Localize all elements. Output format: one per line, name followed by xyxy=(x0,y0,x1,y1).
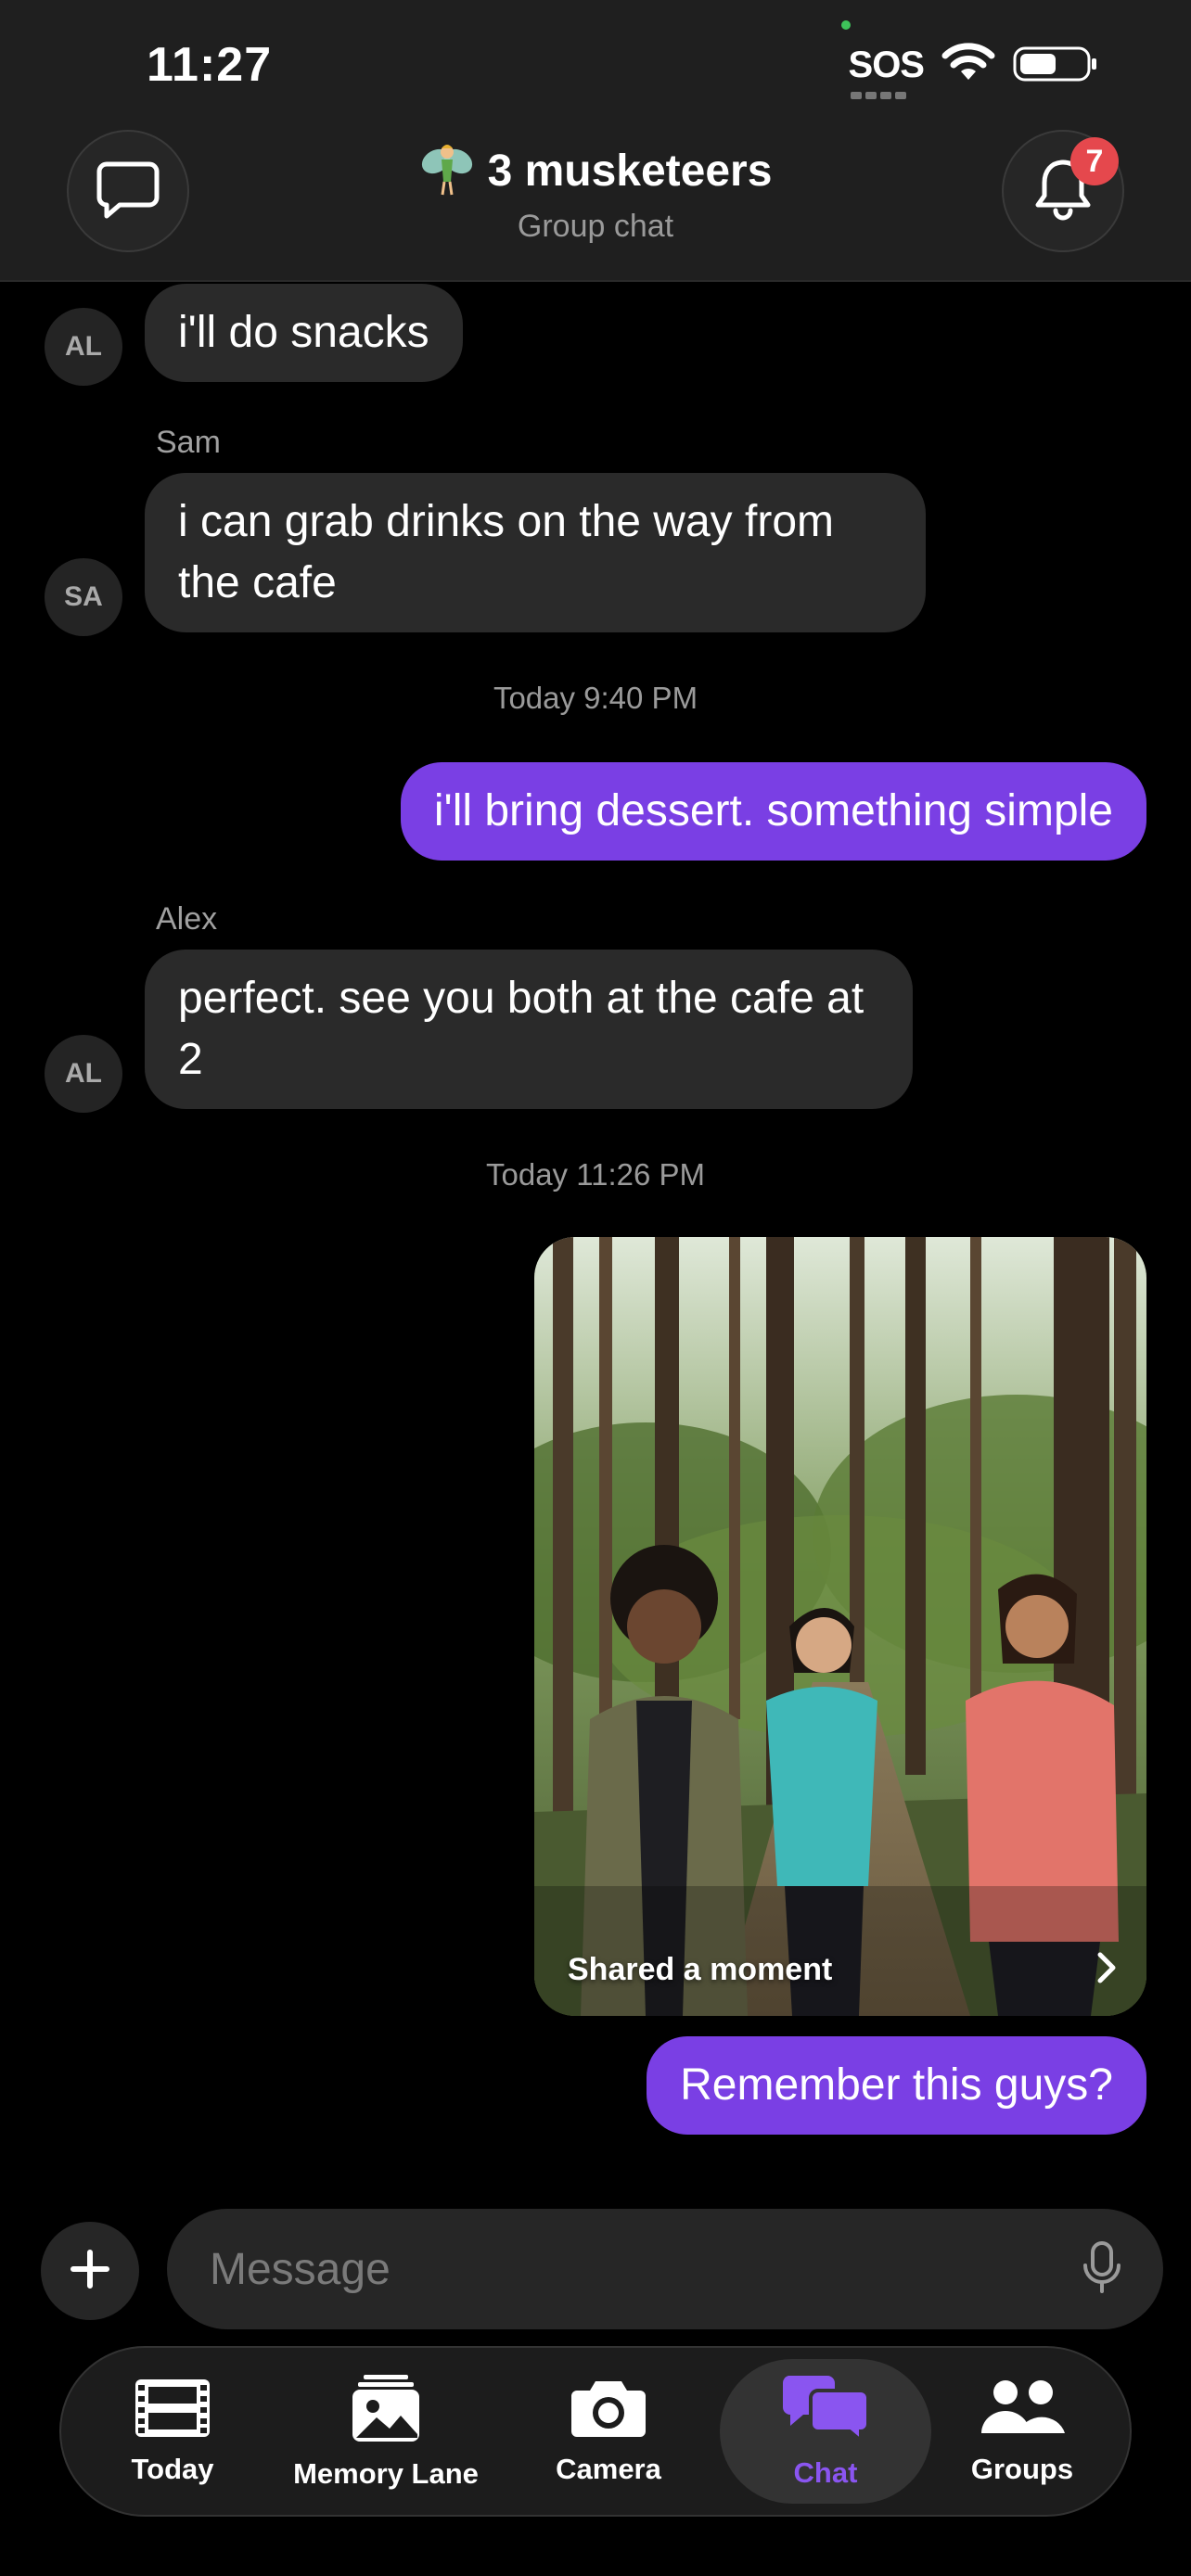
privacy-indicator-dot xyxy=(841,20,851,30)
people-icon xyxy=(978,2378,1067,2443)
notification-badge: 7 xyxy=(1070,137,1119,185)
message-input[interactable] xyxy=(208,2242,1082,2296)
tab-today[interactable]: Today xyxy=(108,2348,237,2515)
plus-icon xyxy=(68,2247,112,2296)
sos-indicator: SOS xyxy=(848,45,925,99)
avatar[interactable]: AL xyxy=(45,308,122,386)
avatar[interactable]: AL xyxy=(45,1035,122,1113)
incoming-message-bubble[interactable]: perfect. see you both at the cafe at 2 xyxy=(145,950,913,1109)
avatar[interactable]: SA xyxy=(45,558,122,636)
tab-label: Camera xyxy=(556,2452,661,2485)
add-attachment-button[interactable] xyxy=(41,2222,139,2320)
incoming-message-bubble[interactable]: i'll do snacks xyxy=(145,284,463,382)
timestamp: Today 11:26 PM xyxy=(485,1157,706,1192)
group-emoji-icon xyxy=(419,139,475,203)
tab-label: Groups xyxy=(970,2452,1074,2485)
chevron-right-icon xyxy=(1095,1951,1119,1984)
message-composer xyxy=(167,2209,1163,2329)
shared-photo xyxy=(534,1237,1146,2016)
chat-title: 3 musketeers xyxy=(487,147,773,196)
status-indicators: SOS xyxy=(848,43,1098,99)
timestamp: Today 9:40 PM xyxy=(493,681,698,715)
microphone-icon[interactable] xyxy=(1082,2239,1122,2300)
outgoing-message-bubble[interactable]: i'll bring dessert. something simple xyxy=(400,762,1146,861)
shared-moment-card[interactable]: Shared a moment xyxy=(534,1237,1146,2016)
tab-chat[interactable]: Chat xyxy=(720,2348,931,2515)
notifications-button[interactable]: 7 xyxy=(1002,130,1124,252)
camera-icon xyxy=(570,2378,647,2443)
tab-groups[interactable]: Groups xyxy=(957,2348,1087,2515)
incoming-message-bubble[interactable]: i can grab drinks on the way from the ca… xyxy=(145,473,926,632)
status-time: 11:27 xyxy=(147,38,273,92)
tab-memory-lane[interactable]: Memory Lane xyxy=(275,2348,497,2515)
sender-name: Alex xyxy=(156,901,218,937)
bottom-tab-bar: Today Memory Lane Camera Chat Groups xyxy=(59,2346,1132,2517)
chat-header: 11:27 SOS 3 musketeers Group chat 7 xyxy=(0,0,1191,282)
photos-icon xyxy=(351,2373,421,2448)
chat-bubbles-icon xyxy=(781,2374,870,2447)
outgoing-message-bubble[interactable]: Remember this guys? xyxy=(647,2036,1146,2135)
battery-icon xyxy=(1013,43,1098,88)
tab-label: Today xyxy=(131,2452,214,2485)
wifi-icon xyxy=(941,43,996,88)
tab-label: Memory Lane xyxy=(293,2456,479,2490)
tab-label: Chat xyxy=(793,2455,858,2489)
sender-name: Sam xyxy=(156,425,221,460)
film-icon xyxy=(134,2378,211,2443)
signal-bars xyxy=(850,92,906,99)
sos-label: SOS xyxy=(848,45,925,85)
tab-camera[interactable]: Camera xyxy=(534,2348,683,2515)
photo-caption: Shared a moment xyxy=(568,1952,833,1987)
